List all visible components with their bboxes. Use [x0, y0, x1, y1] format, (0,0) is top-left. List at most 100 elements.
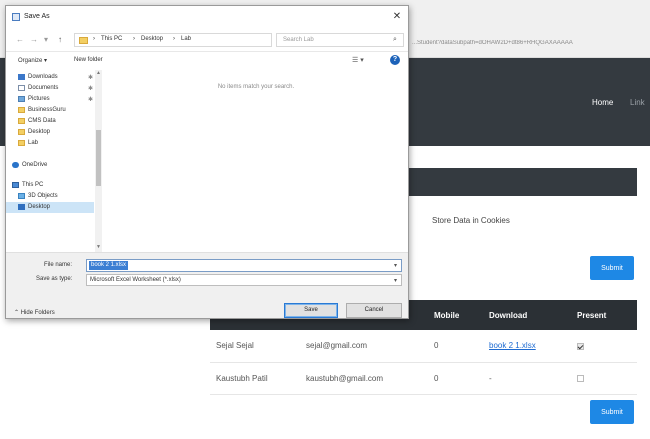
onedrive-cloud-icon	[12, 162, 19, 168]
chevron-up-icon: ⌃	[14, 310, 20, 316]
nav-item-downloads[interactable]: Downloads ✱	[6, 72, 94, 83]
nav-item-label: Pictures	[28, 96, 50, 102]
nav-item-lab[interactable]: Lab	[6, 138, 94, 149]
save-type-label: Save as type:	[36, 276, 73, 282]
store-cookies-label: Store Data in Cookies	[432, 216, 510, 225]
breadcrumb-lab[interactable]: Lab	[181, 36, 191, 42]
help-icon[interactable]: ?	[390, 55, 400, 65]
forward-arrow-icon[interactable]: →	[30, 35, 38, 44]
dialog-toolbar: Organize ▾ New folder ☰ ▾ ?	[6, 52, 408, 70]
chevron-down-icon[interactable]: ▾	[394, 262, 397, 269]
search-input[interactable]: Search Lab ⌕	[276, 33, 404, 47]
nav-item-label: BusinessGuru	[28, 107, 66, 113]
header-download: Download	[483, 300, 571, 330]
nav-item-businessguru[interactable]: BusinessGuru	[6, 105, 94, 116]
nav-item-label: Lab	[28, 140, 39, 146]
downloads-icon	[18, 74, 25, 80]
nav-item-label: CMS Data	[28, 118, 56, 124]
table-row: Sejal Sejal sejal@gmail.com 0 book 2 1.x…	[210, 330, 637, 363]
cell-name: Sejal Sejal	[210, 330, 300, 363]
nav-item-desktop-folder[interactable]: Desktop	[6, 127, 94, 138]
nav-item-this-pc[interactable]: This PC	[6, 180, 94, 191]
save-dialog-icon	[12, 13, 20, 21]
dialog-titlebar[interactable]: Save As ✕	[6, 6, 408, 28]
documents-icon	[18, 85, 25, 91]
path-box[interactable]: › This PC › Desktop › Lab ▾ ↻	[74, 33, 334, 47]
up-arrow-icon[interactable]: ↑	[58, 35, 62, 44]
file-name-value: book 2 1.xlsx	[89, 261, 129, 270]
folder-icon	[18, 140, 25, 146]
navigation-pane: Downloads ✱ Documents ✱ Pictures ✱ Busin…	[6, 70, 102, 252]
cell-email: kaustubh@gmail.com	[300, 362, 428, 395]
pin-icon: ✱	[88, 97, 94, 103]
present-checkbox[interactable]	[577, 342, 584, 350]
scroll-down-arrow-icon[interactable]: ▼	[95, 244, 102, 250]
file-name-input[interactable]: book 2 1.xlsx ▾	[86, 259, 402, 272]
download-link[interactable]: book 2 1.xlsx	[489, 341, 536, 350]
cell-email: sejal@gmail.com	[300, 330, 428, 363]
folder-icon	[18, 118, 25, 124]
hide-folders-toggle[interactable]: ⌃ Hide Folders	[14, 309, 55, 316]
computer-icon	[12, 182, 19, 188]
new-folder-button[interactable]: New folder	[74, 57, 103, 63]
nav-scrollbar-thumb[interactable]	[96, 130, 101, 186]
table-row: Kaustubh Patil kaustubh@gmail.com 0 -	[210, 362, 637, 395]
search-placeholder: Search Lab	[283, 37, 314, 43]
back-arrow-icon[interactable]: ←	[16, 35, 24, 44]
nav-item-label: This PC	[22, 182, 44, 188]
nav-link[interactable]: Link	[630, 98, 645, 107]
present-checkbox[interactable]	[577, 374, 584, 382]
cell-download: book 2 1.xlsx	[483, 330, 571, 363]
close-button[interactable]: ✕	[390, 10, 404, 24]
save-options-area: File name: book 2 1.xlsx ▾ Save as type:…	[6, 252, 408, 318]
save-as-dialog: Save As ✕ ← → ▾ ↑ › This PC › Desktop › …	[5, 5, 409, 319]
nav-item-onedrive[interactable]: OneDrive	[6, 160, 94, 171]
nav-item-label: Desktop	[28, 204, 51, 210]
chevron-down-icon: ▾	[394, 278, 398, 284]
nav-item-label: Downloads	[28, 74, 58, 80]
nav-item-label: 3D Objects	[28, 193, 58, 199]
nav-item-documents[interactable]: Documents ✱	[6, 83, 94, 94]
save-button[interactable]: Save	[284, 303, 338, 318]
empty-search-message: No items match your search.	[217, 84, 295, 90]
submit-button-bottom[interactable]: Submit	[590, 400, 634, 424]
recent-dropdown-icon[interactable]: ▾	[44, 35, 48, 44]
address-bar: ← → ▾ ↑ › This PC › Desktop › Lab ▾ ↻ Se…	[6, 28, 408, 52]
breadcrumb-this-pc[interactable]: This PC	[101, 36, 122, 42]
scroll-up-arrow-icon[interactable]: ▲	[95, 70, 102, 76]
nav-item-label: Documents	[28, 85, 59, 91]
nav-item-label: OneDrive	[22, 162, 48, 168]
file-list-pane[interactable]: No items match your search.	[104, 70, 408, 252]
desktop-icon	[18, 204, 25, 210]
folder-icon	[18, 129, 25, 135]
address-bar-url[interactable]: ...Student?dataSubpath=dOHAW2D+dt86+RHQG…	[412, 40, 648, 46]
cancel-button[interactable]: Cancel	[346, 303, 402, 318]
file-name-label: File name:	[44, 262, 73, 268]
search-icon: ⌕	[393, 36, 397, 43]
dialog-title: Save As	[24, 13, 50, 20]
nav-item-desktop[interactable]: Desktop	[6, 202, 94, 213]
header-present: Present	[571, 300, 637, 330]
pin-icon: ✱	[88, 86, 94, 92]
nav-item-label: Desktop	[28, 129, 51, 135]
cell-present	[571, 362, 637, 395]
pictures-icon	[18, 96, 25, 102]
save-type-value: Microsoft Excel Worksheet (*.xlsx)	[90, 277, 181, 283]
view-options-icon[interactable]: ☰ ▾	[352, 56, 364, 64]
nav-item-pictures[interactable]: Pictures ✱	[6, 94, 94, 105]
cell-present	[571, 330, 637, 363]
nav-item-cms-data[interactable]: CMS Data	[6, 116, 94, 127]
nav-home-link[interactable]: Home	[592, 98, 613, 107]
organize-button[interactable]: Organize ▾	[18, 57, 47, 64]
folder-icon	[79, 37, 88, 44]
cell-mobile: 0	[428, 362, 483, 395]
folder-icon	[18, 107, 25, 113]
save-type-select[interactable]: Microsoft Excel Worksheet (*.xlsx) ▾	[86, 274, 402, 286]
cell-name: Kaustubh Patil	[210, 362, 300, 395]
pin-icon: ✱	[88, 75, 94, 81]
3d-objects-icon	[18, 193, 25, 199]
nav-item-3d-objects[interactable]: 3D Objects	[6, 191, 94, 202]
header-mobile: Mobile	[428, 300, 483, 330]
submit-button-top[interactable]: Submit	[590, 256, 634, 280]
breadcrumb-desktop[interactable]: Desktop	[141, 36, 163, 42]
